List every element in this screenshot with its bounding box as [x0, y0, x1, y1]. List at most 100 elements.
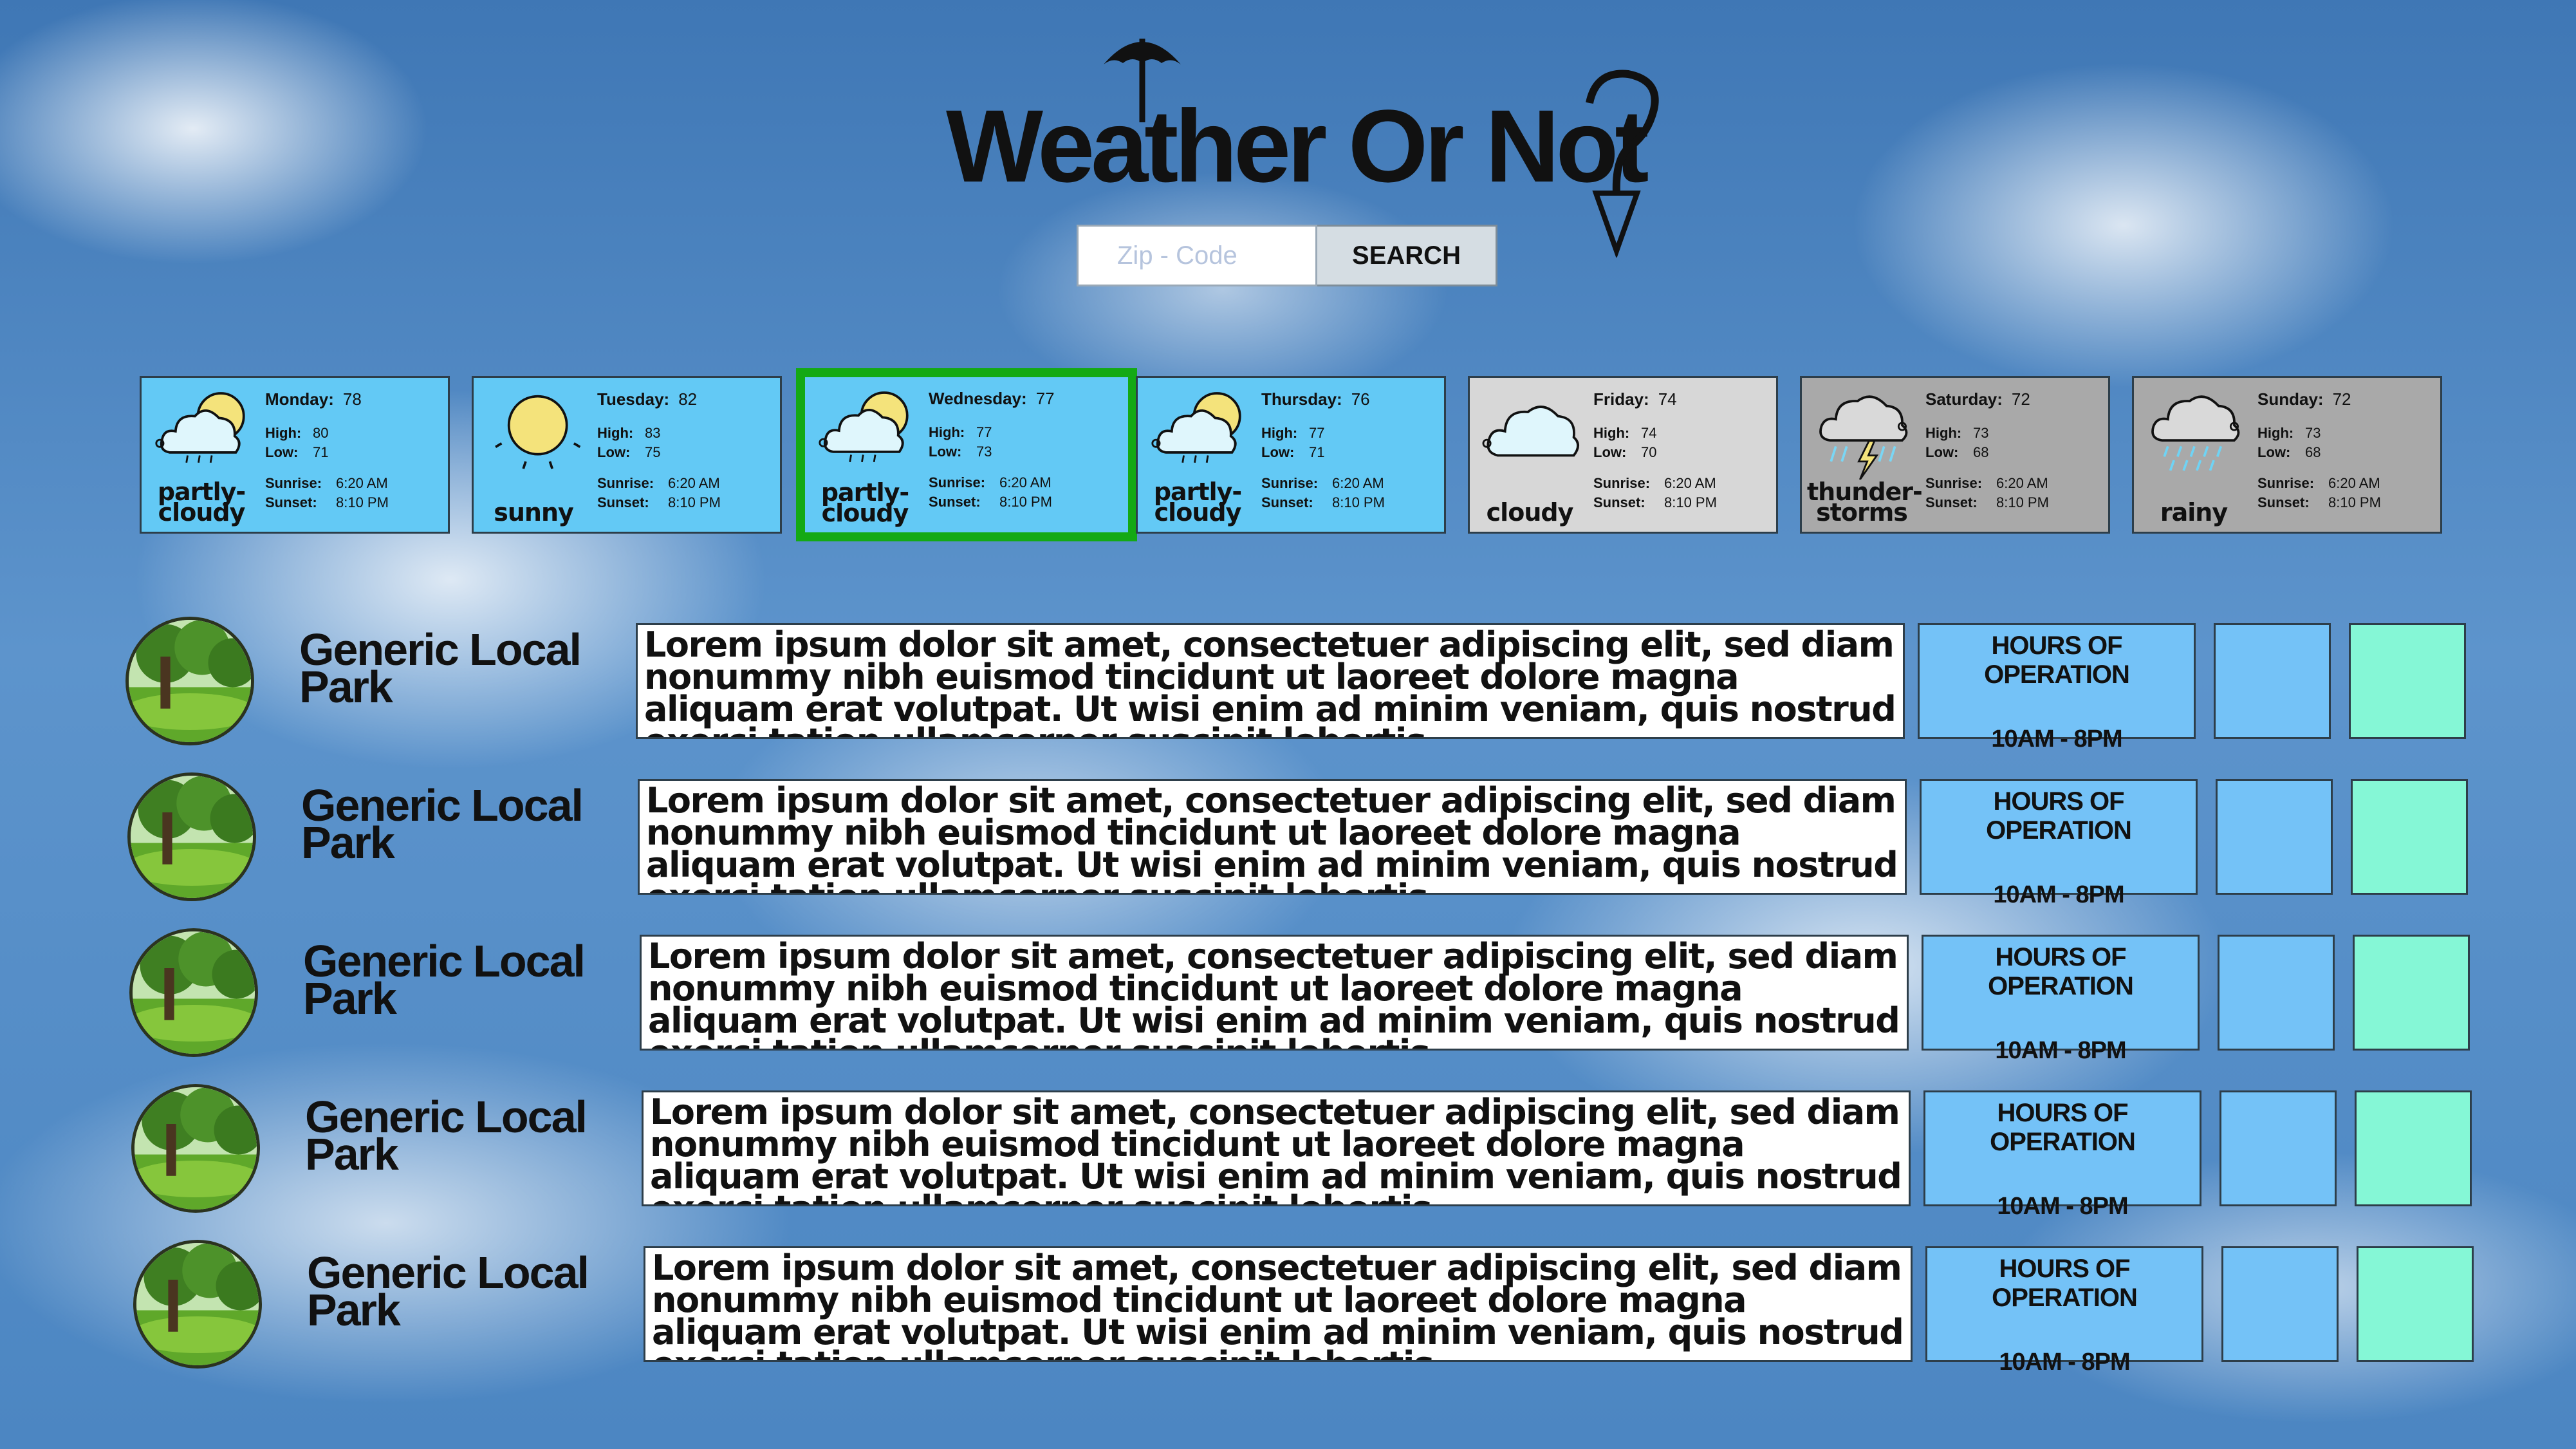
park-action-blue[interactable]	[2214, 623, 2331, 739]
condition-label: thunder-storms	[1807, 480, 1923, 527]
condition-line-1: sunny	[494, 498, 574, 527]
rainy-icon	[2151, 395, 2240, 471]
hours-title: HOURS OF OPERATION	[1984, 631, 2130, 689]
condition-line-2: cloudy	[821, 499, 909, 527]
park-description: Lorem ipsum dolor sit amet, consectetuer…	[640, 935, 1909, 1051]
sunrise-value: 6:20 AM	[668, 475, 720, 491]
low-value: 71	[1309, 444, 1325, 460]
low-value: 68	[1973, 444, 1989, 460]
logo-title: Weather Or Not	[946, 88, 1649, 203]
condition-line-2: cloudy	[1154, 498, 1242, 527]
zip-code-input[interactable]	[1077, 225, 1317, 286]
park-photo-icon	[131, 776, 253, 898]
park-photo-icon	[136, 1243, 259, 1365]
high-value: 74	[1641, 425, 1657, 441]
sunrise-label: Sunrise:	[2257, 475, 2315, 491]
sunset-label: Sunset:	[1261, 494, 1313, 510]
high-value: 80	[313, 425, 329, 441]
park-name[interactable]: Generic Local Park	[305, 1094, 614, 1177]
app-logo: Weather Or Not	[946, 26, 1667, 257]
current-temp: 78	[342, 389, 362, 409]
cloudy-icon	[1482, 406, 1579, 457]
low-value: 75	[645, 444, 661, 460]
low-label: Low:	[929, 444, 962, 460]
current-temp: 77	[1035, 389, 1055, 408]
park-photo-icon	[133, 931, 255, 1054]
sunset-label: Sunset:	[929, 494, 981, 510]
park-description: Lorem ipsum dolor sit amet, consectetuer…	[642, 1090, 1911, 1206]
sunset-value: 8:10 PM	[999, 494, 1052, 510]
condition-line-2: storms	[1816, 498, 1908, 527]
park-avatar[interactable]	[129, 928, 258, 1057]
park-description: Lorem ipsum dolor sit amet, consectetuer…	[636, 623, 1905, 739]
condition-label: cloudy	[1475, 498, 1584, 527]
forecast-card-saturday[interactable]: thunder-storms Saturday: 72 High: 73 Low: 68 Su…	[1800, 376, 2110, 534]
sunset-value: 8:10 PM	[1664, 494, 1717, 510]
forecast-card-friday[interactable]: cloudy Friday: 74 High: 74 Low: 70 Sunrise: 6:20…	[1468, 376, 1778, 534]
forecast-info: Tuesday: 82 High: 83 Low: 75 Sunrise: 6:20 AM Su…	[597, 389, 774, 512]
low-value: 73	[976, 444, 992, 460]
park-avatar[interactable]	[125, 617, 254, 745]
park-avatar[interactable]	[131, 1084, 260, 1213]
hours-of-operation: HOURS OF OPERATION 10AM - 8PM	[1925, 1246, 2203, 1376]
hours-title: HOURS OF OPERATION	[1992, 1255, 2138, 1312]
park-avatar[interactable]	[133, 1240, 262, 1369]
park-avatar[interactable]	[127, 772, 256, 901]
forecast-card-wednesday[interactable]: partly-cloudy Wednesday: 77 High: 77 Low: 73 Su…	[796, 368, 1137, 541]
park-action-blue[interactable]	[2221, 1246, 2339, 1362]
park-action-mint[interactable]	[2353, 935, 2470, 1051]
hours-title: HOURS OF OPERATION	[1986, 787, 2132, 845]
park-name[interactable]: Generic Local Park	[301, 783, 610, 865]
high-value: 73	[2305, 425, 2321, 441]
condition-line-1: cloudy	[1486, 498, 1574, 527]
forecast-card-sunday[interactable]: rainy Sunday: 72 High: 73 Low: 68 Sunrise: 6:20 …	[2132, 376, 2442, 534]
sunrise-value: 6:20 AM	[999, 474, 1052, 491]
high-label: High:	[1925, 425, 1962, 441]
condition-label: partly-cloudy	[810, 480, 920, 527]
condition-label: partly-cloudy	[147, 480, 256, 527]
park-action-mint[interactable]	[2355, 1090, 2472, 1206]
day-name: Thursday:	[1261, 389, 1342, 409]
park-action-mint[interactable]	[2349, 623, 2466, 739]
condition-line-2: cloudy	[158, 498, 246, 527]
park-action-blue[interactable]	[2218, 935, 2335, 1051]
park-action-blue[interactable]	[2216, 779, 2333, 895]
sunset-label: Sunset:	[1593, 494, 1645, 510]
low-label: Low:	[265, 444, 299, 460]
park-row: Generic Local Park Lorem ipsum dolor sit …	[133, 1240, 2482, 1376]
high-value: 77	[1309, 425, 1325, 441]
weekly-forecast: partly-cloudy Monday: 78 High: 80 Low: 71 Sunri…	[140, 368, 2443, 541]
high-value: 83	[645, 425, 661, 441]
sunset-value: 8:10 PM	[668, 494, 721, 510]
park-action-mint[interactable]	[2351, 779, 2468, 895]
sunset-label: Sunset:	[1925, 494, 1978, 510]
forecast-card-tuesday[interactable]: sunny Tuesday: 82 High: 83 Low: 75 Sunrise: 6:20…	[472, 376, 782, 534]
question-hook-icon	[1586, 70, 1659, 257]
sunset-label: Sunset:	[597, 494, 649, 510]
park-action-mint[interactable]	[2357, 1246, 2474, 1362]
park-name[interactable]: Generic Local Park	[307, 1250, 616, 1332]
sunset-label: Sunset:	[2257, 494, 2310, 510]
park-action-blue[interactable]	[2219, 1090, 2337, 1206]
current-temp: 72	[2011, 389, 2030, 409]
low-label: Low:	[1593, 444, 1627, 460]
forecast-card-thursday[interactable]: partly-cloudy Thursday: 76 High: 77 Low: 71 Sun…	[1136, 376, 1446, 534]
hours-value: 10AM - 8PM	[1997, 1193, 2128, 1220]
park-row: Generic Local Park Lorem ipsum dolor sit …	[131, 1084, 2480, 1220]
hours-title: HOURS OF OPERATION	[1990, 1099, 2136, 1156]
sunrise-value: 6:20 AM	[336, 475, 388, 491]
day-name: Saturday:	[1925, 389, 2003, 409]
forecast-card-monday[interactable]: partly-cloudy Monday: 78 High: 80 Low: 71 Sunri…	[140, 376, 450, 534]
condition-label: rainy	[2139, 498, 2248, 527]
search-button[interactable]: SEARCH	[1317, 225, 1497, 286]
current-temp: 82	[678, 389, 698, 409]
hours-value: 10AM - 8PM	[1993, 881, 2124, 908]
park-name[interactable]: Generic Local Park	[303, 939, 612, 1021]
low-label: Low:	[1261, 444, 1295, 460]
forecast-info: Monday: 78 High: 80 Low: 71 Sunrise: 6:20 AM Sun…	[265, 389, 441, 512]
hours-of-operation: HOURS OF OPERATION 10AM - 8PM	[1918, 623, 2196, 753]
condition-line-1: rainy	[2160, 498, 2228, 527]
hours-of-operation: HOURS OF OPERATION 10AM - 8PM	[1920, 779, 2198, 908]
park-name[interactable]: Generic Local Park	[299, 627, 608, 709]
park-description: Lorem ipsum dolor sit amet, consectetuer…	[644, 1246, 1913, 1362]
